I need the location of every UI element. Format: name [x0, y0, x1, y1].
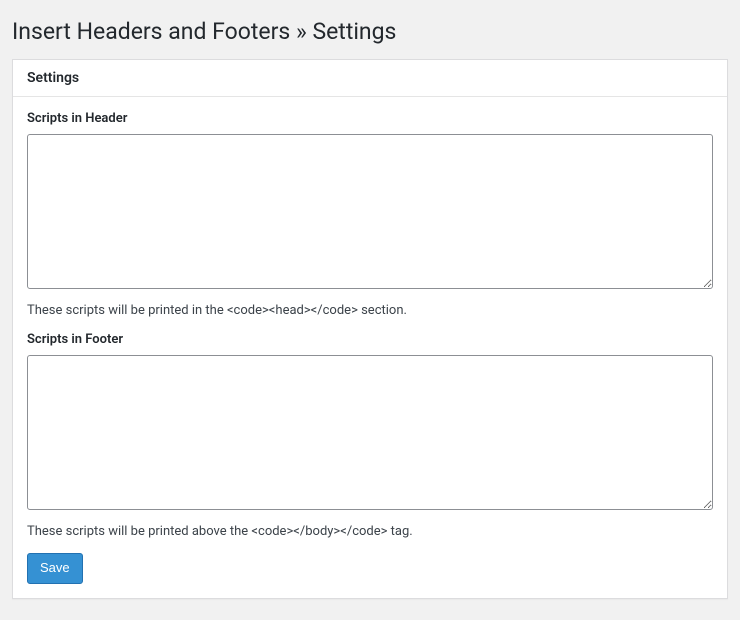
field-group-footer: Scripts in Footer These scripts will be … — [27, 332, 713, 539]
panel-body: Scripts in Header These scripts will be … — [13, 97, 727, 598]
field-group-header: Scripts in Header These scripts will be … — [27, 111, 713, 318]
page-title: Insert Headers and Footers » Settings — [12, 18, 728, 45]
header-scripts-textarea[interactable] — [27, 134, 713, 289]
header-scripts-label: Scripts in Header — [27, 111, 713, 126]
panel-header-title: Settings — [27, 70, 713, 86]
footer-scripts-label: Scripts in Footer — [27, 332, 713, 347]
panel-header: Settings — [13, 60, 727, 97]
footer-scripts-textarea[interactable] — [27, 355, 713, 510]
header-scripts-help: These scripts will be printed in the <co… — [27, 303, 713, 318]
settings-panel: Settings Scripts in Header These scripts… — [12, 59, 728, 599]
save-button[interactable]: Save — [27, 553, 83, 584]
footer-scripts-help: These scripts will be printed above the … — [27, 524, 713, 539]
